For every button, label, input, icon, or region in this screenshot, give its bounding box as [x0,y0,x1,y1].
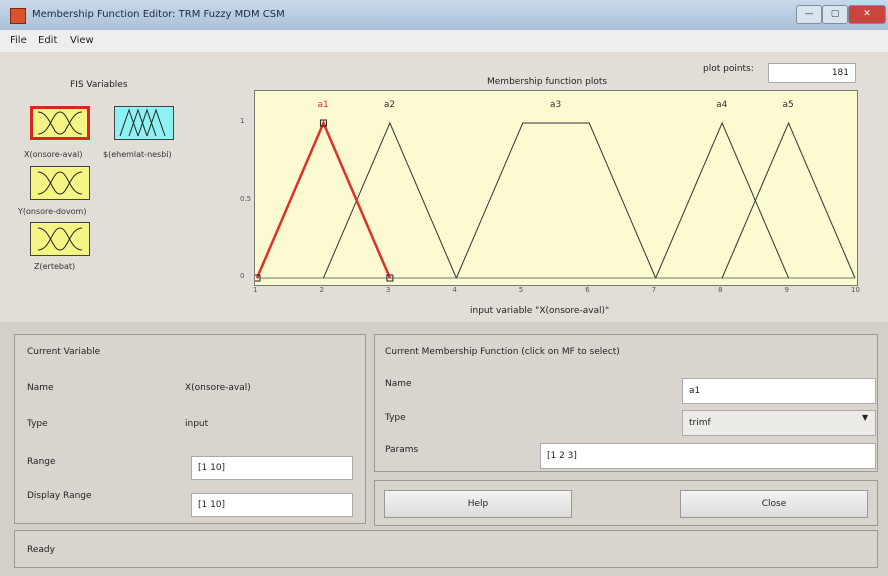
plot-points-input[interactable]: 181 [768,63,856,83]
mf-label-a5[interactable]: a5 [783,100,794,110]
x-axis-label: input variable "X(onsore-aval)" [470,306,610,316]
menu-file[interactable]: File [10,35,27,46]
y-tick-1: 1 [240,117,245,125]
range-input[interactable]: [1 10] [191,456,353,480]
fis-output-icon[interactable] [114,106,174,140]
cv-name-label: Name [27,383,54,393]
display-range-input[interactable]: [1 10] [191,493,353,517]
status-text: Ready [27,545,55,555]
x-tick-9: 9 [784,286,790,294]
mf-params-label: Params [385,445,419,455]
help-button[interactable]: Help [384,490,572,518]
mf-params-input[interactable]: [1 2 3] [540,443,876,469]
close-window-button[interactable]: ✕ [848,5,886,24]
menu-bar: File Edit View [0,30,888,53]
current-variable-title: Current Variable [27,347,101,357]
plot-points-label: plot points: [703,64,754,74]
mf-curve-a5[interactable] [721,121,856,279]
fis-input-y-icon[interactable] [30,166,90,200]
membership-function-plot[interactable] [254,90,858,286]
fis-variables-title: FIS Variables [70,80,128,90]
mf-curve-a4[interactable] [655,121,790,279]
fis-input-y-label: Y(onsore-dovom) [18,207,87,216]
matlab-icon [10,8,26,24]
cv-type-value: input [185,419,209,429]
fis-input-x-icon[interactable] [30,106,90,140]
menu-view[interactable]: View [70,35,94,46]
fis-input-x-label: X(onsore-aval) [24,150,83,159]
status-bar: Ready [14,530,878,568]
x-tick-6: 6 [585,286,590,294]
mf-plot-svg [255,119,856,282]
mf-curve-a3[interactable] [455,122,657,279]
mf-label-a2[interactable]: a2 [384,100,395,110]
x-tick-3: 3 [385,286,391,294]
x-tick-5: 5 [518,286,524,294]
mf-name-label: Name [385,379,412,389]
menu-edit[interactable]: Edit [38,35,57,46]
x-tick-1: 1 [253,286,258,294]
title-bar: Membership Function Editor: TRM Fuzzy MD… [0,0,888,30]
x-tick-10: 10 [851,286,860,294]
minimize-button[interactable]: — [796,5,822,24]
x-tick-8: 8 [718,286,723,294]
mf-curve-a2[interactable] [322,121,457,279]
x-tick-7: 7 [651,286,657,294]
mf-curve-a1[interactable] [255,119,392,279]
close-button[interactable]: Close [680,490,868,518]
window-title: Membership Function Editor: TRM Fuzzy MD… [32,9,285,20]
cv-type-label: Type [27,419,48,429]
fis-input-z-label: Z(ertebat) [34,262,76,271]
fis-input-z-icon[interactable] [30,222,90,256]
cv-display-range-label: Display Range [27,491,92,501]
mf-name-input[interactable]: a1 [682,378,876,404]
mf-type-select[interactable]: trimf [682,410,876,436]
mf-label-a3[interactable]: a3 [550,100,561,110]
plot-title: Membership function plots [487,77,608,87]
mf-label-a1[interactable]: a1 [317,100,328,110]
maximize-button[interactable]: ▢ [822,5,848,24]
y-tick-0.5: 0.5 [240,194,252,203]
current-variable-panel: Current Variable Name X(onsore-aval) Typ… [14,334,366,524]
x-tick-4: 4 [452,286,457,294]
y-tick-0: 0 [240,272,245,280]
cv-name-value: X(onsore-aval) [185,383,251,393]
chevron-down-icon[interactable]: ▼ [862,413,868,422]
cv-range-label: Range [27,457,56,467]
x-tick-2: 2 [319,286,324,294]
fis-output-label: $(ehemlat-nesbi) [103,150,172,159]
current-mf-title: Current Membership Function (click on MF… [385,347,620,357]
mf-type-label: Type [385,413,406,423]
mf-label-a4[interactable]: a4 [716,100,727,110]
